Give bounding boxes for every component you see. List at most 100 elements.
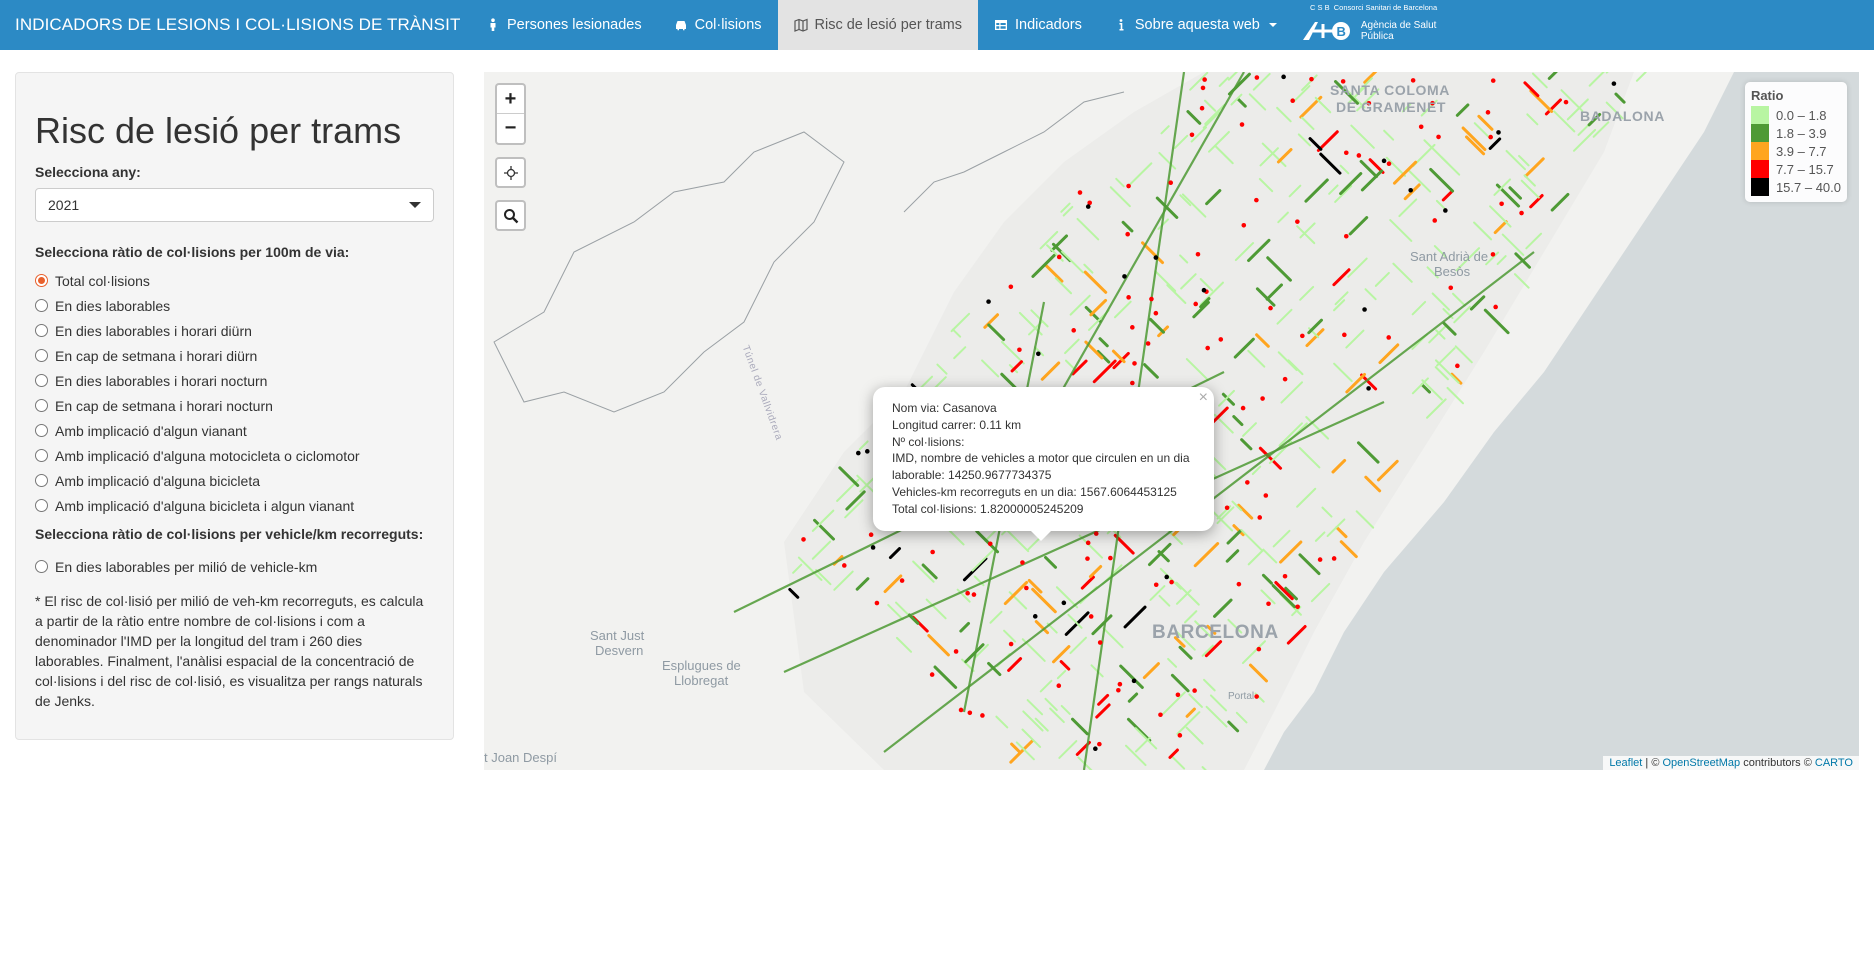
nav-sobre-web[interactable]: Sobre aquesta web	[1098, 0, 1293, 50]
collision-point[interactable]	[1175, 692, 1181, 698]
collision-point[interactable]	[971, 592, 977, 597]
collision-point[interactable]	[1088, 614, 1094, 619]
collision-point[interactable]	[1008, 284, 1014, 290]
app-brand[interactable]: INDICADORS DE LESIONS I COL·LISIONS DE T…	[0, 0, 470, 50]
radio-option[interactable]: En dies laborables per milió de vehicle-…	[35, 554, 434, 579]
radio-button[interactable]	[35, 299, 48, 312]
collision-point[interactable]	[1493, 304, 1498, 310]
collision-point[interactable]	[1295, 604, 1300, 610]
collision-point[interactable]	[1153, 310, 1159, 316]
collision-point[interactable]	[1331, 556, 1337, 561]
collision-point[interactable]	[1108, 555, 1113, 561]
radio-button[interactable]	[35, 349, 48, 362]
collision-point[interactable]	[1408, 187, 1413, 193]
collision-point[interactable]	[801, 537, 806, 542]
radio-option[interactable]: Amb implicació d'alguna bicicleta i algu…	[35, 493, 434, 518]
radio-option[interactable]: Total col·lisions	[35, 268, 434, 293]
radio-option[interactable]: Amb implicació d'alguna bicicleta	[35, 468, 434, 493]
nav-collisions[interactable]: Col·lisions	[658, 0, 778, 50]
collision-point[interactable]	[958, 707, 964, 713]
collision-point[interactable]	[1192, 688, 1197, 693]
radio-option[interactable]: En cap de setmana i horari nocturn	[35, 393, 434, 418]
collision-point[interactable]	[965, 590, 970, 596]
radio-option[interactable]: En cap de setmana i horari diürn	[35, 343, 434, 368]
collision-point[interactable]	[1130, 380, 1135, 386]
collision-point[interactable]	[1268, 305, 1273, 311]
street-segment[interactable]	[1635, 72, 1647, 82]
collision-point[interactable]	[967, 710, 973, 716]
collision-point[interactable]	[1158, 712, 1163, 718]
collision-point[interactable]	[1386, 161, 1392, 167]
collision-point[interactable]	[1362, 307, 1367, 312]
collision-point[interactable]	[1290, 98, 1295, 103]
collision-point[interactable]	[1356, 153, 1362, 158]
nav-risc-lesio[interactable]: Risc de lesió per trams	[777, 0, 978, 50]
collision-point[interactable]	[1199, 105, 1205, 111]
collision-point[interactable]	[841, 563, 847, 568]
collision-point[interactable]	[1131, 678, 1137, 684]
collision-point[interactable]	[1071, 328, 1077, 333]
collision-point[interactable]	[1017, 347, 1022, 353]
collision-point[interactable]	[1201, 287, 1207, 293]
collision-point[interactable]	[1130, 325, 1135, 330]
collision-point[interactable]	[1256, 646, 1262, 652]
collision-point[interactable]	[1093, 531, 1099, 536]
collision-point[interactable]	[1381, 158, 1387, 164]
collision-point[interactable]	[874, 600, 880, 606]
collision-point[interactable]	[1490, 78, 1496, 83]
collision-point[interactable]	[1195, 251, 1201, 257]
locate-button[interactable]	[495, 157, 526, 188]
collision-point[interactable]	[1202, 77, 1207, 82]
collision-point[interactable]	[1485, 110, 1491, 115]
collision-point[interactable]	[1317, 557, 1323, 562]
radio-button[interactable]	[35, 449, 48, 462]
carto-link[interactable]: CARTO	[1815, 757, 1853, 769]
collision-point[interactable]	[1455, 363, 1460, 369]
collision-point[interactable]	[1342, 332, 1347, 338]
collision-point[interactable]	[1343, 233, 1349, 239]
radio-button[interactable]	[35, 274, 48, 287]
search-button[interactable]	[495, 200, 526, 231]
collision-point[interactable]	[899, 578, 905, 583]
collision-point[interactable]	[870, 545, 876, 550]
collision-point[interactable]	[1443, 208, 1448, 213]
radio-button[interactable]	[35, 474, 48, 487]
collision-point[interactable]	[1241, 222, 1247, 228]
radio-button[interactable]	[35, 560, 48, 573]
collision-point[interactable]	[1245, 480, 1250, 485]
collision-point[interactable]	[1254, 197, 1259, 203]
collision-point[interactable]	[1309, 76, 1314, 82]
collision-point[interactable]	[1097, 741, 1102, 747]
radio-option[interactable]: Amb implicació d'alguna motocicleta o ci…	[35, 443, 434, 468]
collision-point[interactable]	[1126, 183, 1131, 189]
osm-link[interactable]: OpenStreetMap	[1662, 757, 1740, 769]
collision-point[interactable]	[1097, 640, 1103, 645]
collision-point[interactable]	[1282, 376, 1288, 382]
collision-point[interactable]	[1125, 231, 1130, 237]
collision-point[interactable]	[1085, 540, 1091, 546]
collision-point[interactable]	[1496, 130, 1501, 135]
collision-point[interactable]	[1153, 255, 1159, 260]
collision-point[interactable]	[1499, 201, 1504, 207]
collision-point[interactable]	[1300, 333, 1305, 339]
radio-option[interactable]: En dies laborables i horari nocturn	[35, 368, 434, 393]
collision-point[interactable]	[1020, 560, 1025, 565]
collision-point[interactable]	[1295, 219, 1300, 224]
collision-point[interactable]	[1117, 681, 1123, 687]
collision-point[interactable]	[1024, 585, 1029, 591]
collision-point[interactable]	[1168, 180, 1174, 186]
collision-point[interactable]	[1085, 204, 1091, 209]
collision-point[interactable]	[1008, 641, 1014, 647]
collision-point[interactable]	[1490, 252, 1496, 257]
collision-point[interactable]	[1032, 614, 1038, 619]
radio-option[interactable]: Amb implicació d'algun vianant	[35, 418, 434, 443]
collision-point[interactable]	[1282, 573, 1288, 579]
radio-button[interactable]	[35, 424, 48, 437]
collision-point[interactable]	[1366, 386, 1371, 391]
collision-point[interactable]	[1343, 150, 1349, 156]
collision-point[interactable]	[1177, 733, 1183, 738]
collision-point[interactable]	[930, 549, 935, 555]
collision-point[interactable]	[1519, 210, 1524, 216]
collision-point[interactable]	[1240, 405, 1246, 411]
collision-point[interactable]	[1189, 132, 1195, 138]
